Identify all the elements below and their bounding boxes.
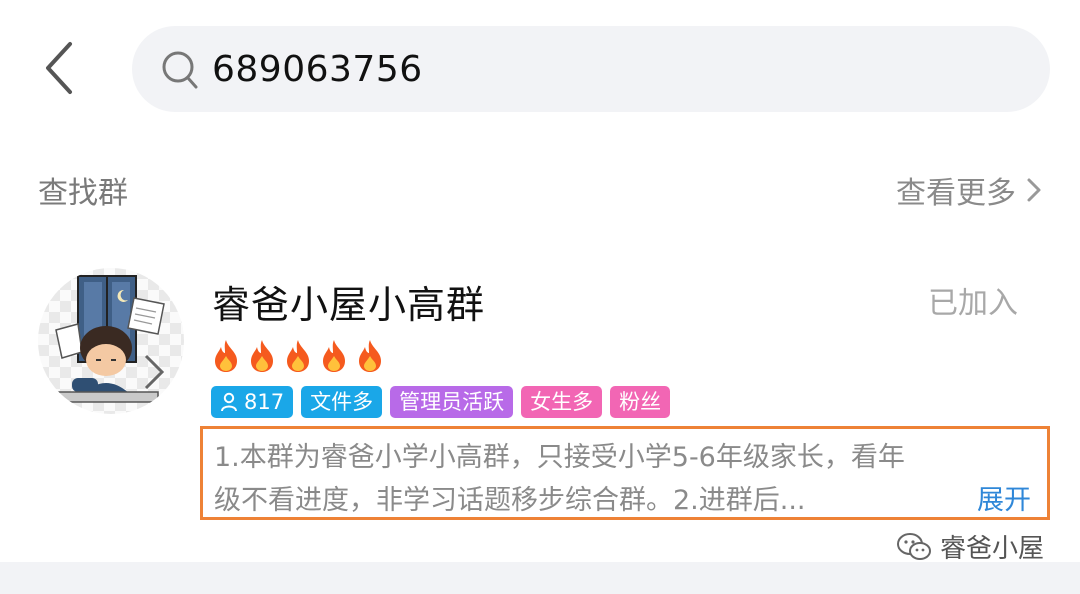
person-icon bbox=[221, 392, 237, 412]
fire-icon bbox=[287, 340, 309, 372]
group-name[interactable]: 睿爸小屋小高群 bbox=[212, 274, 485, 329]
description-line-2: 级不看进度，非学习话题移步综合群。2.进群后... bbox=[214, 485, 806, 516]
search-icon bbox=[162, 51, 198, 89]
group-heat-rating bbox=[210, 338, 386, 374]
group-tags: 817 文件多 管理员活跃 女生多 粉丝 bbox=[211, 386, 671, 418]
group-avatar[interactable] bbox=[38, 268, 184, 414]
watermark-text: 睿爸小屋 bbox=[939, 534, 1044, 564]
chevron-left-icon bbox=[46, 42, 72, 94]
search-input[interactable]: 689063756 bbox=[132, 26, 1050, 112]
description-line-2-row: 级不看进度，非学习话题移步综合群。2.进群后... 展开 bbox=[214, 479, 1037, 522]
see-more-link[interactable]: 查看更多 bbox=[896, 168, 1044, 212]
fire-icon bbox=[359, 340, 381, 372]
description-line-1: 1.本群为睿爸小学小高群，只接受小学5-6年级家长，看年 bbox=[214, 442, 905, 473]
tag-files: 文件多 bbox=[301, 386, 383, 418]
wechat-icon bbox=[896, 532, 931, 560]
group-description: 1.本群为睿爸小学小高群，只接受小学5-6年级家长，看年 级不看进度，非学习话题… bbox=[200, 426, 1050, 520]
search-query: 689063756 bbox=[212, 48, 423, 90]
watermark: 睿爸小屋 bbox=[896, 528, 1044, 565]
back-button[interactable] bbox=[38, 40, 82, 96]
member-count: 817 bbox=[244, 390, 285, 414]
tag-fans: 粉丝 bbox=[610, 386, 671, 418]
bottom-divider-band bbox=[0, 562, 1080, 594]
student-illustration-icon bbox=[55, 275, 165, 403]
tag-admin-active: 管理员活跃 bbox=[390, 386, 514, 418]
expand-link[interactable]: 展开 bbox=[977, 479, 1037, 522]
see-more-label: 查看更多 bbox=[896, 176, 1016, 211]
member-count-tag: 817 bbox=[211, 386, 294, 418]
chevron-right-icon bbox=[1027, 178, 1041, 202]
joined-status: 已加入 bbox=[928, 286, 1018, 321]
section-title: 查找群 bbox=[38, 176, 128, 211]
tag-female-majority: 女生多 bbox=[521, 386, 603, 418]
fire-icon bbox=[323, 340, 345, 372]
fire-icon bbox=[251, 340, 273, 372]
fire-icon bbox=[215, 340, 237, 372]
